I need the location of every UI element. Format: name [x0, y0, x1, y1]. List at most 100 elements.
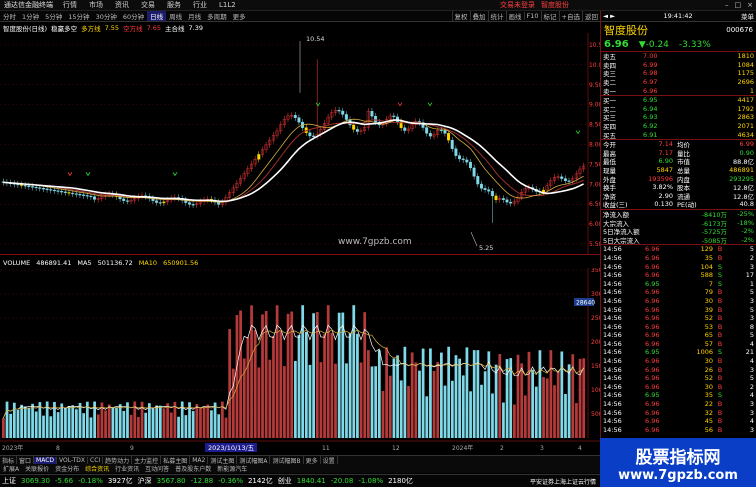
period-1min[interactable]: 1分钟 — [19, 11, 42, 21]
volume-bar — [345, 363, 348, 438]
indicator-tab[interactable]: VOL-TDX — [57, 456, 88, 464]
indicator-name[interactable]: 稳赢多空 — [51, 23, 77, 33]
panel-menu-button[interactable]: 菜单 — [741, 11, 754, 21]
trade-login-link[interactable]: 交易未登录 — [497, 0, 538, 10]
period-60min[interactable]: 60分钟 — [120, 11, 147, 21]
indicator-tab[interactable]: MA2 — [190, 456, 209, 464]
minimize-icon[interactable]: – — [722, 1, 732, 9]
maximize-icon[interactable]: □ — [732, 1, 745, 9]
btn-stats[interactable]: 统计 — [487, 11, 506, 21]
tick-row: 14:56 6.95 7 S 1 — [601, 279, 756, 288]
volume-bar — [374, 366, 378, 438]
tick-row: 14:56 6.96 79 B 5 — [601, 288, 756, 297]
period-30min[interactable]: 30分钟 — [93, 11, 120, 21]
btn-f10[interactable]: F10 — [523, 12, 541, 20]
ask-price: 6.97 — [643, 78, 658, 87]
tick-price: 6.96 — [645, 288, 660, 297]
volume-bar — [257, 367, 261, 438]
extension-tab[interactable]: 资金分布 — [52, 464, 82, 473]
extension-tab[interactable]: 互动问答 — [142, 464, 172, 473]
tick-direction: B — [717, 331, 723, 340]
btn-adjust[interactable]: 复权 — [451, 11, 470, 21]
candle — [483, 188, 487, 190]
period-intraday[interactable]: 分时 — [0, 11, 19, 21]
menu-item-industry[interactable]: 行业 — [187, 0, 213, 10]
menu-item-service[interactable]: 服务 — [161, 0, 187, 10]
ask-volume: 1810 — [737, 52, 754, 61]
btn-add-watch[interactable]: +自选 — [558, 11, 582, 21]
period-more[interactable]: 更多 — [230, 11, 249, 21]
volume-bar — [235, 315, 239, 438]
volume-bar — [443, 385, 447, 438]
menu-item-trade[interactable]: 交易 — [135, 0, 161, 10]
vol-label[interactable]: VOLUME — [3, 259, 30, 267]
tick-price: 6.96 — [645, 357, 660, 366]
extension-tab[interactable]: 综合资讯 — [82, 464, 112, 473]
main-ma-line — [3, 119, 584, 203]
tick-count: 2 — [749, 253, 754, 262]
volume-chart[interactable]: 35000 30000 25000 20000 15000 10000 5000 28640 — [0, 268, 600, 438]
tick-count: 5 — [749, 305, 754, 314]
volume-bar — [432, 370, 436, 438]
chart-stock-label: 智度股份(日线) — [3, 25, 48, 33]
tick-list[interactable]: 14:56 6.96 129 B 5 14:56 6.96 35 B 2 14:56 6.96 104 S… — [601, 245, 756, 434]
tick-direction: B — [717, 245, 723, 254]
volume-bar — [418, 370, 421, 438]
indicator-tab[interactable]: CCI — [88, 456, 104, 464]
candle — [122, 198, 126, 201]
tick-direction: B — [717, 314, 723, 323]
status-index-name[interactable]: 上证 — [2, 476, 16, 486]
bid-volume: 4417 — [737, 96, 754, 105]
stock-name-link[interactable]: 智度股份 — [538, 0, 572, 10]
volume-bar — [480, 384, 483, 438]
btn-draw[interactable]: 画线 — [505, 11, 524, 21]
volume-bar — [410, 352, 414, 438]
tick-price: 6.96 — [645, 425, 660, 434]
btn-overlay[interactable]: 叠加 — [469, 11, 488, 21]
vol-ma5-value: 501136.72 — [97, 259, 133, 267]
tick-price: 6.96 — [645, 245, 660, 254]
period-15min[interactable]: 15分钟 — [65, 11, 92, 21]
extension-tab[interactable]: 新能源汽车 — [214, 464, 250, 473]
status-index-name[interactable]: 创业 — [278, 476, 292, 486]
price-change-pct: -3.33% — [678, 39, 711, 50]
close-icon[interactable]: × — [744, 1, 756, 9]
candle — [450, 139, 454, 149]
period-monthly[interactable]: 月线 — [185, 11, 204, 21]
menu-item-market[interactable]: 市场 — [83, 0, 109, 10]
extension-tab[interactable]: 行业资讯 — [112, 464, 142, 473]
menu-item-l1l2[interactable]: L1L2 — [213, 1, 242, 9]
nav-arrows-icon[interactable]: ◄ ► — [603, 12, 615, 20]
candle — [89, 195, 93, 198]
period-weekly[interactable]: 周线 — [166, 11, 185, 21]
extension-tab[interactable]: 普及股东户数 — [172, 464, 214, 473]
volume-bar — [304, 331, 308, 438]
vol-ma10-value: 650901.56 — [163, 259, 199, 267]
tick-row: 14:56 6.96 30 B 4 — [601, 357, 756, 366]
extension-tab[interactable]: 关联报价 — [22, 464, 52, 473]
tick-time: 14:56 — [603, 331, 622, 340]
candle — [443, 130, 447, 134]
period-daily[interactable]: 日线 — [147, 11, 167, 21]
candlestick-chart[interactable]: 10.54 5.25 www.7gpzb.com 10.50 10.00 9.50 9… — [0, 33, 600, 255]
date-axis-label: 2 — [500, 445, 504, 452]
candle — [297, 117, 301, 123]
vol-cursor-value: 28640 — [576, 300, 595, 307]
tick-row: 14:56 6.96 30 B 3 — [601, 297, 756, 306]
period-multi[interactable]: 多周期 — [204, 11, 230, 21]
menu-item-quotes[interactable]: 行情 — [57, 0, 83, 10]
candle — [93, 196, 97, 200]
tick-volume: 35 — [704, 253, 713, 262]
period-5min[interactable]: 5分钟 — [42, 11, 65, 21]
tick-time: 14:56 — [603, 271, 622, 280]
tick-price: 6.96 — [645, 400, 660, 409]
btn-mark[interactable]: 标记 — [540, 11, 559, 21]
extension-tabs: 扩展A 关联报价 资金分布 综合资讯 行业资讯 互动问答 普及股东户数 新能源汽车 — [0, 464, 600, 473]
volume-bar — [494, 364, 498, 438]
btn-back[interactable]: 返回 — [582, 11, 600, 21]
extension-tab[interactable]: 扩展A — [0, 464, 22, 473]
status-index-name[interactable]: 沪深 — [138, 476, 152, 486]
indicator-tab[interactable]: MACD — [34, 456, 58, 464]
menu-item-news[interactable]: 资讯 — [109, 0, 135, 10]
tick-direction: S — [717, 391, 723, 400]
